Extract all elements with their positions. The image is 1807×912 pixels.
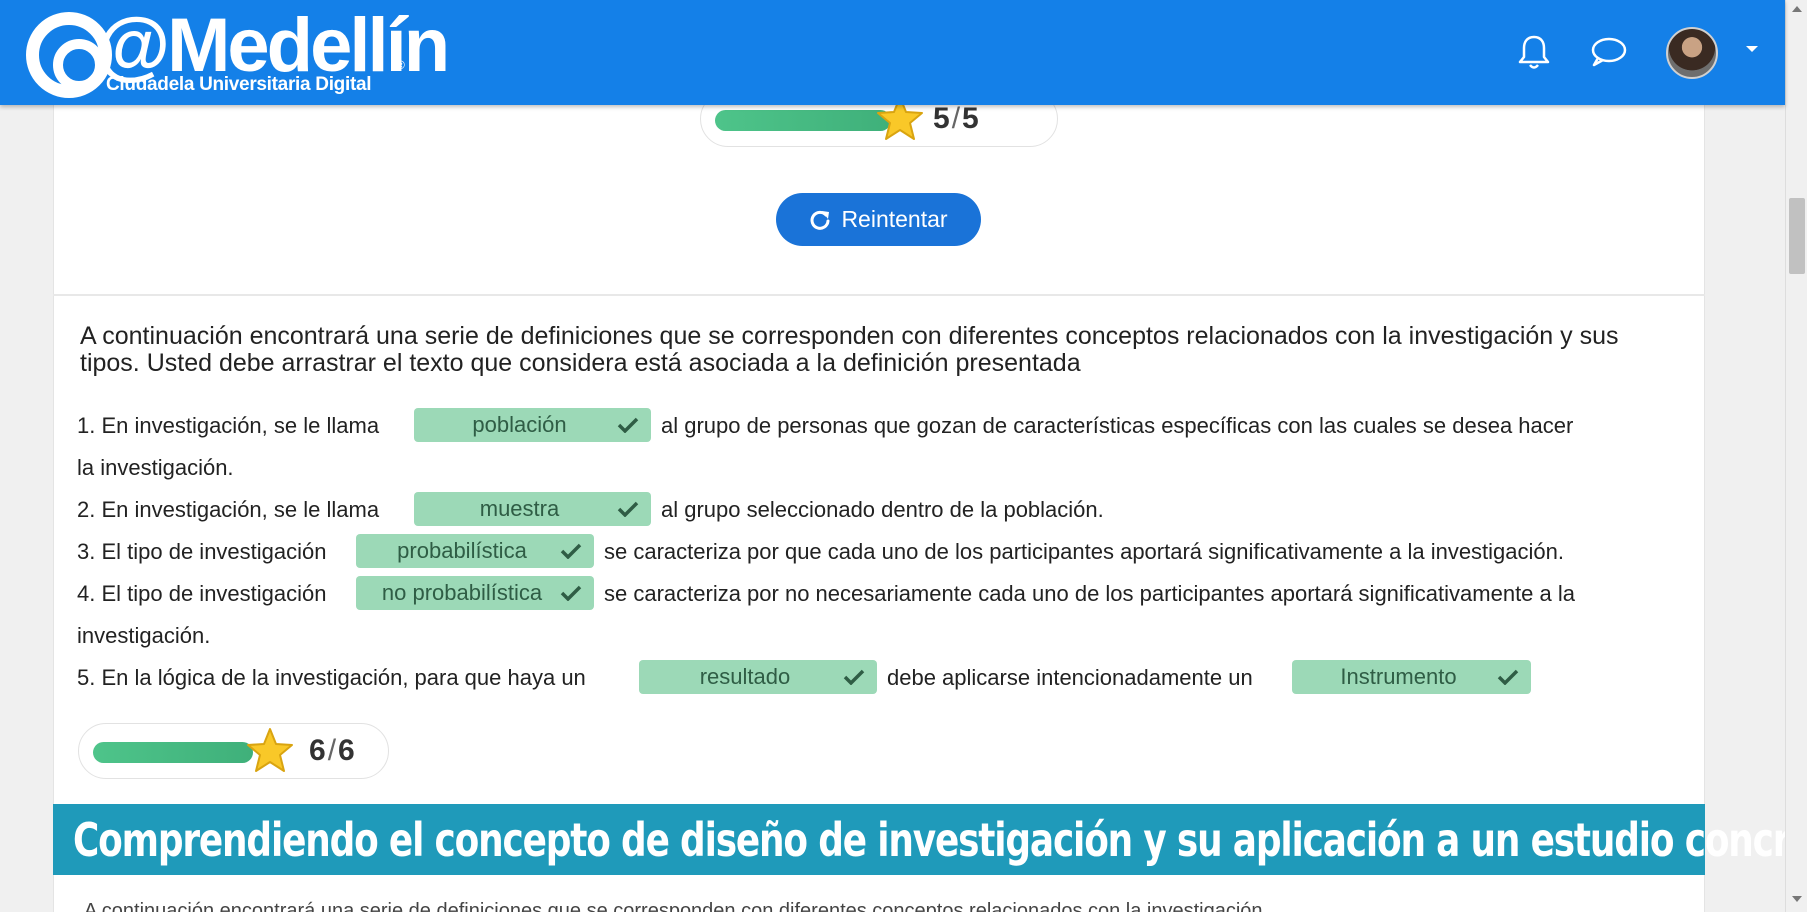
page-scrollbar[interactable] — [1785, 0, 1807, 912]
drop-answer: Instrumento — [1340, 664, 1457, 689]
statement-2-before: 2. En investigación, se le llama — [77, 497, 380, 522]
bell-icon[interactable] — [1514, 32, 1554, 72]
statement-5-before: 5. En la lógica de la investigación, par… — [77, 665, 586, 690]
next-section-text: A continuación encontrará una serie de d… — [84, 900, 1263, 912]
check-icon — [560, 585, 582, 601]
exercise-intro: A continuación encontrará una serie de d… — [80, 322, 1619, 377]
check-icon — [560, 543, 582, 559]
check-icon — [617, 501, 639, 517]
statement-2-after: al grupo seleccionado dentro de la pobla… — [661, 497, 1104, 522]
statement-3-after: se caracteriza por que cada uno de los p… — [604, 539, 1564, 564]
drop-zone-2[interactable]: muestra — [414, 492, 651, 526]
chat-bubble-icon[interactable] — [1588, 32, 1628, 72]
statement-5-middle: debe aplicarse intencionadamente un — [887, 665, 1253, 690]
top-navbar: @Medellín ® Ciudadela Universitaria Digi… — [0, 0, 1785, 105]
drop-zone-5a[interactable]: resultado — [639, 660, 877, 694]
check-icon — [843, 669, 865, 685]
medellin-logo[interactable]: @Medellín ® Ciudadela Universitaria Digi… — [26, 3, 450, 98]
drop-answer: muestra — [479, 496, 560, 521]
drop-answer: resultado — [699, 664, 791, 689]
drop-zone-1[interactable]: población — [414, 408, 651, 442]
statement-1-after-wrap: la investigación. — [77, 455, 234, 480]
drop-zone-3[interactable]: probabilística — [356, 534, 594, 568]
score-value: 5 — [933, 102, 950, 135]
statement-4-after: se caracteriza por no necesariamente cad… — [604, 581, 1575, 606]
user-avatar[interactable] — [1666, 27, 1718, 79]
retry-button[interactable]: Reintentar — [776, 193, 981, 246]
scroll-down-icon[interactable] — [1792, 896, 1802, 902]
score-total: 5 — [962, 102, 979, 135]
logo-subtitle: Ciudadela Universitaria Digital — [106, 74, 372, 95]
section-divider — [53, 294, 1705, 296]
score-pill-bottom: 6/6 — [78, 723, 389, 779]
banner-title: Comprendiendo el concepto de diseño de i… — [73, 812, 1807, 867]
logo-registered-mark: ® — [396, 58, 405, 72]
drop-zone-5b[interactable]: Instrumento — [1292, 660, 1531, 694]
score-text: 6/6 — [309, 734, 355, 768]
score-progress-bar — [93, 742, 253, 763]
scroll-thumb[interactable] — [1789, 198, 1805, 274]
score-separator: / — [327, 734, 337, 767]
star-icon — [247, 728, 293, 772]
caret-down-icon[interactable] — [1746, 46, 1758, 52]
section-banner: Comprendiendo el concepto de diseño de i… — [53, 804, 1807, 875]
statement-1-after: al grupo de personas que gozan de caract… — [661, 413, 1574, 438]
drop-answer: población — [472, 412, 567, 437]
score-progress-bar — [715, 110, 891, 131]
statement-4-after-wrap: investigación. — [77, 623, 211, 648]
check-icon — [1497, 669, 1519, 685]
statement-1-before: 1. En investigación, se le llama — [77, 413, 380, 438]
score-separator: / — [951, 102, 961, 135]
retry-label: Reintentar — [841, 206, 948, 232]
score-total: 6 — [338, 734, 355, 767]
drop-answer: probabilística — [397, 538, 527, 563]
drop-zone-4[interactable]: no probabilística — [356, 576, 594, 610]
score-value: 6 — [309, 734, 326, 767]
redo-icon — [811, 210, 830, 230]
score-text: 5/5 — [933, 102, 979, 136]
drop-answer: no probabilística — [381, 580, 543, 605]
statement-3-before: 3. El tipo de investigación — [77, 539, 327, 564]
scroll-up-icon[interactable] — [1792, 6, 1802, 12]
statement-4-before: 4. El tipo de investigación — [77, 581, 327, 606]
check-icon — [617, 417, 639, 433]
